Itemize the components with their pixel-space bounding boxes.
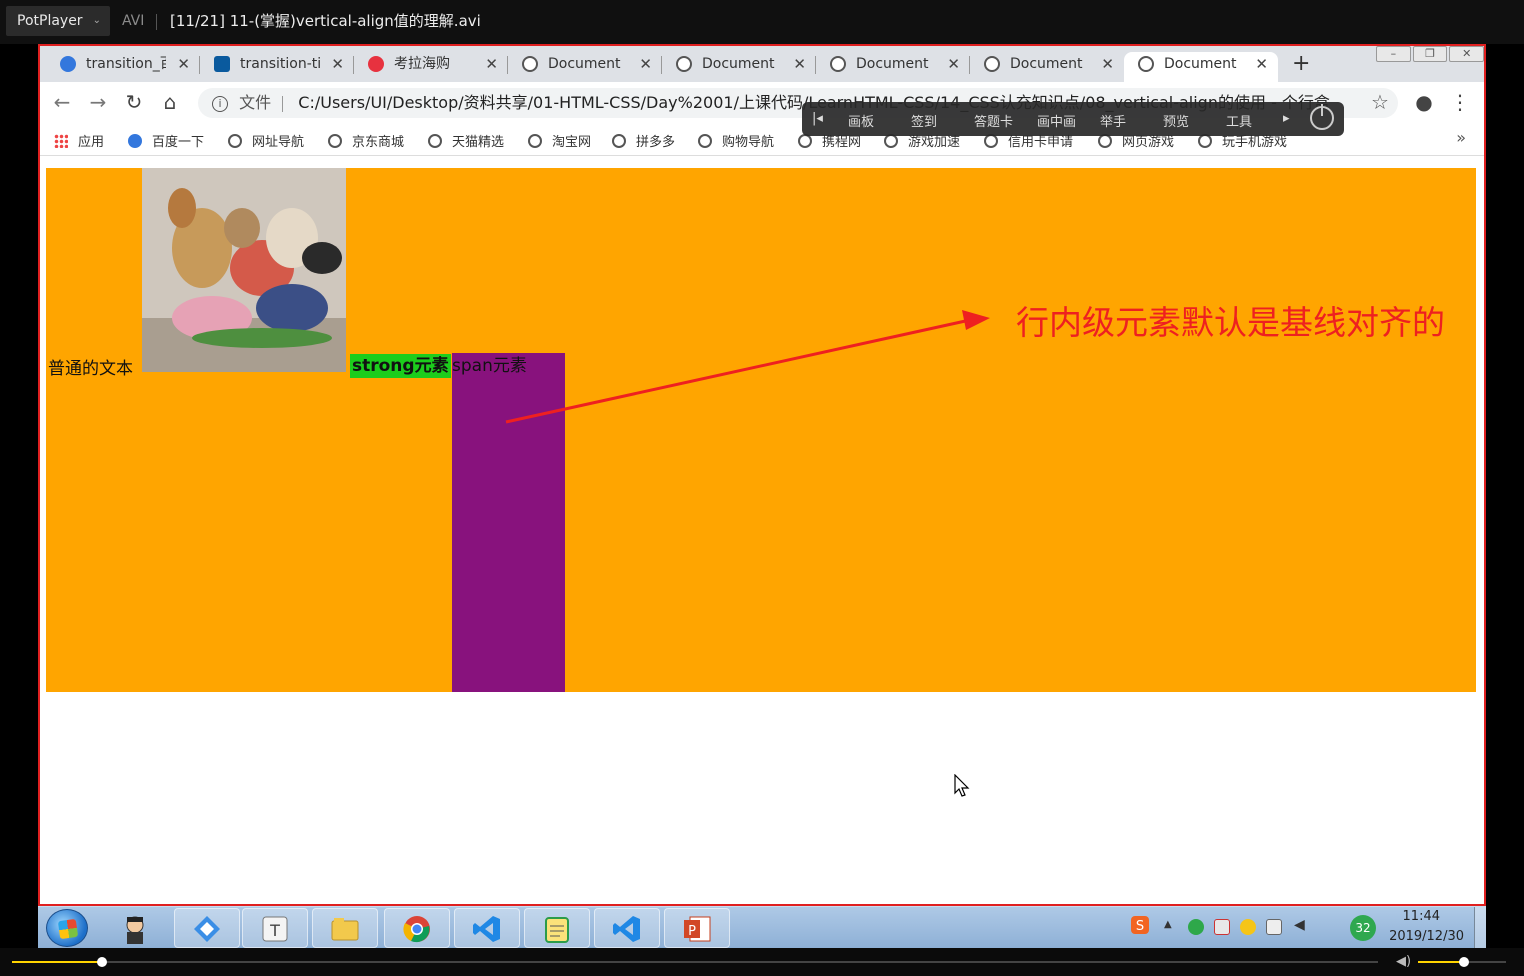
classroom-tool-item[interactable]: 工具: [1226, 111, 1252, 130]
taskbar-vscode-2[interactable]: [594, 908, 660, 948]
taskbar-powerpoint[interactable]: P: [664, 908, 730, 948]
classroom-tool-item[interactable]: 画中画: [1037, 111, 1076, 130]
taskbar-app-2[interactable]: [174, 908, 240, 948]
player-menu-button[interactable]: PotPlayer ⌄: [6, 6, 110, 36]
notepad-icon: [545, 917, 569, 943]
svg-text:S: S: [1136, 919, 1144, 934]
volume-fill: [1418, 961, 1464, 963]
vscode-icon: [613, 916, 640, 942]
classroom-tool-item[interactable]: 举手: [1100, 111, 1126, 130]
tray-expand-icon[interactable]: ▲: [1164, 919, 1172, 930]
windows-logo-icon: [57, 918, 79, 940]
chrome-icon: [403, 916, 430, 943]
classroom-tool-item[interactable]: 签到: [911, 111, 937, 130]
clock-time[interactable]: 11:44: [1403, 909, 1440, 924]
divider: [156, 14, 157, 30]
seek-handle[interactable]: [97, 957, 108, 967]
folder-icon: [331, 918, 359, 941]
collapse-handle-icon[interactable]: |◂: [812, 111, 823, 126]
clock-date[interactable]: 2019/12/30: [1389, 929, 1464, 944]
expand-arrow-icon[interactable]: ▸: [1283, 111, 1290, 126]
classroom-tool-item[interactable]: 答题卡: [974, 111, 1013, 130]
volume-icon[interactable]: ◀: [1294, 917, 1305, 933]
tray-badge[interactable]: 32: [1350, 915, 1376, 941]
green-status-icon[interactable]: [1188, 919, 1204, 935]
player-name: PotPlayer: [17, 13, 83, 29]
volume-icon[interactable]: ◀): [1396, 954, 1411, 969]
seek-bar-fill: [12, 961, 103, 963]
avatar-icon: [126, 916, 144, 944]
start-button[interactable]: [46, 909, 88, 947]
classroom-toolbar: |◂ 画板 签到 答题卡 画中画 举手 预览 工具 ▸: [802, 102, 1344, 136]
mouse-cursor-icon: [954, 774, 970, 797]
network-icon[interactable]: [1266, 919, 1282, 935]
taskbar-typora[interactable]: T: [242, 908, 308, 948]
taskbar-avatar-app[interactable]: [102, 908, 168, 948]
taskbar-vscode-1[interactable]: [454, 908, 520, 948]
diamond-app-icon: [194, 916, 220, 942]
classroom-tool-item[interactable]: 预览: [1163, 111, 1189, 130]
flag-icon[interactable]: [1214, 919, 1230, 935]
vscode-icon: [473, 916, 500, 942]
video-frame: transition_百度 ✕ transition-timing ✕ 考拉海购…: [38, 44, 1486, 906]
show-desktop-button[interactable]: [1474, 907, 1486, 949]
powerpoint-icon: P: [684, 916, 711, 942]
taskbar-app-notes[interactable]: [524, 908, 590, 948]
seek-bar[interactable]: [12, 957, 1378, 967]
chevron-down-icon: ⌄: [92, 15, 101, 26]
file-title: [11/21] 11-(掌握)vertical-align值的理解.avi: [170, 12, 481, 30]
media-format: AVI: [122, 13, 145, 29]
player-titlebar: PotPlayer ⌄ AVI [11/21] 11-(掌握)vertical-…: [0, 0, 1524, 44]
svg-text:T: T: [269, 921, 280, 940]
player-controls: ◀): [0, 948, 1524, 976]
taskbar-chrome[interactable]: [384, 908, 450, 948]
svg-text:P: P: [688, 924, 696, 939]
typora-icon: T: [262, 916, 288, 942]
annotation-arrow: [505, 310, 990, 424]
system-tray: S ▲ ◀ 32 11:44 2019/12/30: [1126, 907, 1486, 949]
volume-handle[interactable]: [1458, 957, 1469, 967]
volume-slider[interactable]: [1418, 957, 1506, 967]
sogou-ime-icon[interactable]: S: [1130, 915, 1150, 935]
classroom-tool-item[interactable]: 画板: [848, 111, 874, 130]
plus-shield-icon[interactable]: [1240, 919, 1256, 935]
power-icon[interactable]: [1310, 104, 1334, 130]
windows-taskbar: T P S ▲ ◀ 32 11:44 2019/12/30: [38, 906, 1486, 949]
taskbar-explorer[interactable]: [312, 908, 378, 948]
